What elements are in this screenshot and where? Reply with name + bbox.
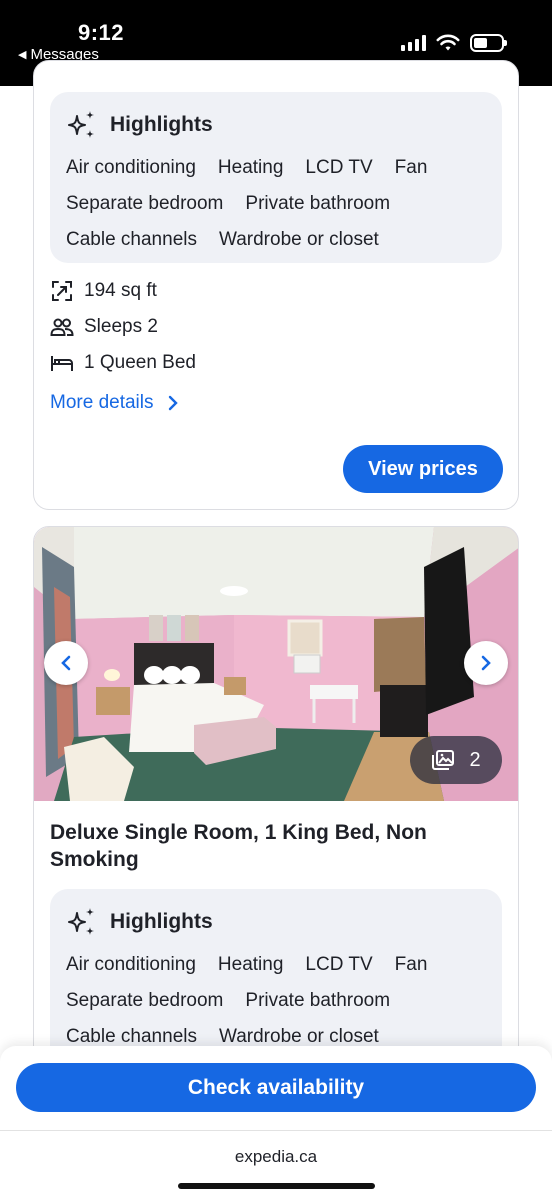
- wifi-icon: [436, 34, 460, 51]
- highlights-row: Cable channels Wardrobe or closet: [66, 222, 486, 258]
- highlights-row: Air conditioning Heating LCD TV Fan: [66, 150, 486, 186]
- home-indicator[interactable]: [178, 1183, 375, 1189]
- browser-url-bar[interactable]: expedia.ca: [0, 1130, 552, 1200]
- amenity-item: Cable channels: [66, 1026, 197, 1047]
- amenity-item: Separate bedroom: [66, 990, 224, 1011]
- amenity-item: Heating: [217, 954, 284, 975]
- chevron-right-icon: [481, 655, 491, 671]
- signal-icon: [401, 35, 426, 51]
- back-arrow-icon: ◀: [18, 49, 27, 61]
- amenity-item: Air conditioning: [66, 157, 196, 178]
- amenity-item: Fan: [394, 954, 428, 975]
- chevron-right-icon: [168, 395, 178, 411]
- feature-bed: 1 Queen Bed: [50, 351, 196, 375]
- highlights-title: Highlights: [110, 113, 213, 136]
- amenity-item: Private bathroom: [245, 193, 391, 214]
- amenity-item: Private bathroom: [245, 990, 391, 1011]
- gallery-icon: [432, 750, 455, 770]
- amenity-item: Fan: [394, 157, 428, 178]
- more-details-link[interactable]: More details: [50, 392, 178, 414]
- feature-label: 194 sq ft: [84, 280, 157, 301]
- room-title: Deluxe Single Room, 1 King Bed, Non Smok…: [50, 821, 427, 871]
- photo-prev-button[interactable]: [44, 641, 88, 685]
- resize-icon: [50, 279, 74, 303]
- highlights-row: Air conditioning Heating LCD TV Fan: [66, 947, 486, 983]
- url-text: expedia.ca: [234, 1147, 318, 1166]
- feature-sleeps: Sleeps 2: [50, 315, 158, 339]
- more-details-label: More details: [50, 392, 154, 413]
- photo-count-label: 2: [469, 748, 481, 771]
- status-icons: [401, 34, 507, 52]
- amenity-item: Air conditioning: [66, 954, 196, 975]
- view-prices-button[interactable]: View prices: [343, 445, 503, 493]
- amenity-item: Heating: [217, 157, 284, 178]
- sparkle-icon: [68, 908, 94, 935]
- photo-next-button[interactable]: [464, 641, 508, 685]
- feature-size: 194 sq ft: [50, 279, 157, 303]
- highlights-row: Separate bedroom Private bathroom: [66, 186, 486, 222]
- chevron-left-icon: [61, 655, 71, 671]
- feature-label: 1 Queen Bed: [84, 352, 196, 373]
- highlights-row: Separate bedroom Private bathroom: [66, 983, 486, 1019]
- check-availability-button[interactable]: Check availability: [16, 1063, 536, 1112]
- amenity-item: Wardrobe or closet: [218, 1026, 379, 1047]
- status-time: 9:12: [78, 20, 125, 45]
- amenity-item: LCD TV: [305, 954, 373, 975]
- photo-gallery-button[interactable]: 2: [410, 736, 502, 784]
- people-icon: [50, 315, 74, 339]
- sparkle-icon: [68, 111, 94, 138]
- highlights-title: Highlights: [110, 910, 213, 933]
- amenity-item: Cable channels: [66, 229, 197, 250]
- amenity-item: LCD TV: [305, 157, 373, 178]
- feature-label: Sleeps 2: [84, 316, 158, 337]
- highlights-box-1: Highlights Air conditioning Heating LCD …: [50, 92, 502, 263]
- amenity-item: Separate bedroom: [66, 193, 224, 214]
- bed-icon: [50, 351, 74, 375]
- amenity-item: Wardrobe or closet: [218, 229, 379, 250]
- battery-icon: [470, 34, 507, 52]
